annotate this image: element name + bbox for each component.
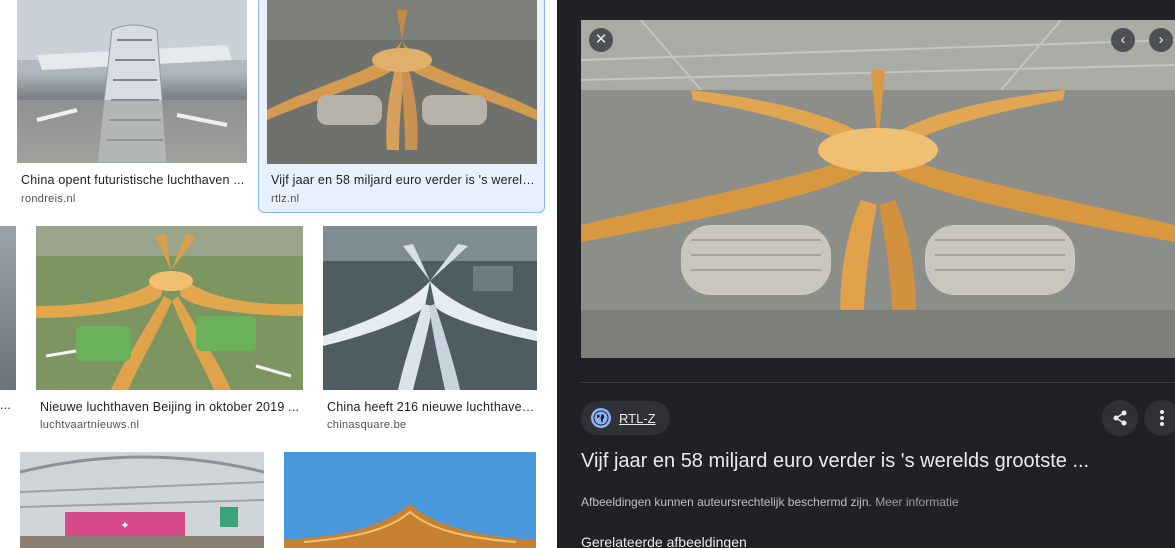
result-title[interactable]: China opent futuristische luchthaven ... [21,173,245,187]
source-chip[interactable]: RTL-Z [581,401,670,435]
image-preview-panel: ✕ ‹ › RTL-Z Vijf jaar en 58 miljard euro… [557,0,1175,548]
preview-image[interactable] [581,20,1175,358]
result-title[interactable]: China heeft 216 nieuwe luchthavens ... [327,400,537,414]
divider [581,382,1175,383]
result-thumbnail[interactable] [17,0,247,163]
result-card[interactable]: China heeft 216 nieuwe luchthavens ... c… [318,226,544,436]
result-card[interactable]: ✦ [14,452,270,548]
chevron-left-icon[interactable]: ‹ [1111,28,1135,52]
image-results-grid: China opent futuristische luchthaven ...… [0,0,557,548]
preview-title[interactable]: Vijf jaar en 58 miljard euro verder is '… [581,450,1175,473]
result-source: rondreis.nl [21,193,76,205]
close-icon[interactable]: ✕ [589,28,613,52]
result-thumbnail[interactable] [323,226,537,390]
svg-text:✦: ✦ [120,519,129,532]
share-icon [1113,410,1127,426]
copyright-notice: Afbeeldingen kunnen auteursrechtelijk be… [581,495,959,509]
result-card[interactable] [278,452,542,548]
result-source: chinasquare.be [327,419,407,431]
result-thumbnail[interactable] [0,226,16,390]
related-images-heading: Gerelateerde afbeeldingen [581,534,747,548]
result-card[interactable]: China opent futuristische luchthaven ...… [8,0,252,212]
result-card[interactable]: Nieuwe luchthaven Beijing in oktober 201… [30,226,310,436]
result-thumbnail[interactable] [284,452,536,548]
result-title[interactable]: Vijf jaar en 58 miljard euro verder is '… [271,173,536,187]
result-source: rtlz.nl [271,193,300,205]
more-options-button[interactable] [1144,400,1175,436]
more-info-link[interactable]: Meer informatie [875,495,958,509]
result-title[interactable]: ... [0,398,16,412]
more-vert-icon [1160,410,1164,426]
result-thumbnail[interactable] [267,0,537,164]
result-thumbnail[interactable] [36,226,303,390]
result-card[interactable]: ... [0,226,18,426]
share-button[interactable] [1102,400,1138,436]
result-title[interactable]: Nieuwe luchthaven Beijing in oktober 201… [40,400,302,414]
result-card-selected[interactable]: Vijf jaar en 58 miljard euro verder is '… [258,0,545,213]
result-source: luchtvaartnieuws.nl [40,419,140,431]
source-name[interactable]: RTL-Z [619,411,656,426]
chevron-right-icon[interactable]: › [1149,28,1173,52]
copyright-text: Afbeeldingen kunnen auteursrechtelijk be… [581,495,872,509]
result-thumbnail[interactable]: ✦ [20,452,264,548]
globe-icon [591,408,611,428]
